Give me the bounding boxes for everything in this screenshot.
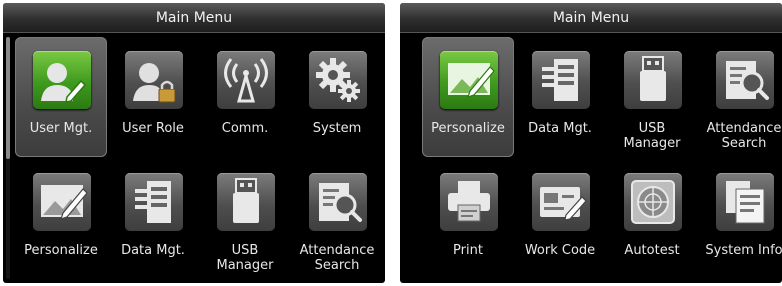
menu-item-label: Autotest bbox=[624, 243, 680, 258]
attendance-search-icon bbox=[309, 173, 367, 231]
menu-item-label: Data Mgt. bbox=[121, 243, 185, 258]
menu-item-data-mgt[interactable]: Data Mgt. bbox=[514, 37, 606, 157]
data-mgt-icon bbox=[125, 173, 183, 231]
menu-item-user-mgt[interactable]: User Mgt. bbox=[15, 37, 107, 157]
menu-item-personalize[interactable]: Personalize bbox=[422, 37, 514, 157]
menu-item-label: Personalize bbox=[431, 121, 505, 136]
menu-item-personalize[interactable]: Personalize bbox=[15, 159, 107, 279]
menu-item-label: User Role bbox=[122, 121, 184, 136]
autotest-icon bbox=[624, 173, 682, 231]
usb-icon bbox=[624, 51, 682, 109]
scrollbar-thumb[interactable] bbox=[6, 37, 10, 159]
usb-icon bbox=[217, 173, 275, 231]
antenna-icon bbox=[217, 51, 275, 109]
personalize-icon bbox=[33, 173, 91, 231]
menu-item-user-role[interactable]: User Role bbox=[107, 37, 199, 157]
menu-item-attendance-search[interactable]: Attendance Search bbox=[291, 159, 383, 279]
attendance-search-icon bbox=[716, 51, 774, 109]
data-mgt-icon bbox=[532, 51, 590, 109]
menu-item-label: System bbox=[312, 121, 362, 136]
menu-item-work-code[interactable]: Work Code bbox=[514, 159, 606, 279]
menu-item-usb-manager[interactable]: USB Manager bbox=[199, 159, 291, 279]
menu-item-label: Print bbox=[453, 243, 483, 258]
menu-item-attendance-search[interactable]: Attendance Search bbox=[698, 37, 782, 157]
menu-item-label: Personalize bbox=[24, 243, 98, 258]
menu-item-usb-manager[interactable]: USB Manager bbox=[606, 37, 698, 157]
user-role-icon bbox=[125, 51, 183, 109]
menu-item-comm[interactable]: Comm. bbox=[199, 37, 291, 157]
main-menu-screen-left: Main Menu User Mgt. User Role Comm. Syst… bbox=[3, 3, 385, 283]
menu-item-autotest[interactable]: Autotest bbox=[606, 159, 698, 279]
menu-item-label: Attendance Search bbox=[299, 243, 375, 273]
menu-item-print[interactable]: Print bbox=[422, 159, 514, 279]
title-bar: Main Menu bbox=[400, 3, 782, 33]
main-menu-screen-right: Main Menu Personalize Data Mgt. USB Mana… bbox=[400, 3, 782, 283]
menu-item-label: USB Manager bbox=[623, 121, 681, 151]
gear-icon bbox=[309, 51, 367, 109]
title-bar: Main Menu bbox=[3, 3, 385, 33]
menu-item-label: Comm. bbox=[221, 121, 269, 136]
user-mgt-icon bbox=[33, 51, 91, 109]
printer-icon bbox=[440, 173, 498, 231]
system-info-icon bbox=[716, 173, 774, 231]
personalize-icon bbox=[440, 51, 498, 109]
menu-item-label: Work Code bbox=[524, 243, 596, 258]
menu-item-data-mgt[interactable]: Data Mgt. bbox=[107, 159, 199, 279]
menu-item-system[interactable]: System bbox=[291, 37, 383, 157]
menu-item-label: Attendance Search bbox=[706, 121, 782, 151]
work-code-icon bbox=[532, 173, 590, 231]
menu-item-label: USB Manager bbox=[216, 243, 274, 273]
menu-item-label: User Mgt. bbox=[29, 121, 93, 136]
menu-item-label: Data Mgt. bbox=[528, 121, 592, 136]
menu-item-system-info[interactable]: System Info bbox=[698, 159, 782, 279]
menu-item-label: System Info bbox=[705, 243, 782, 258]
